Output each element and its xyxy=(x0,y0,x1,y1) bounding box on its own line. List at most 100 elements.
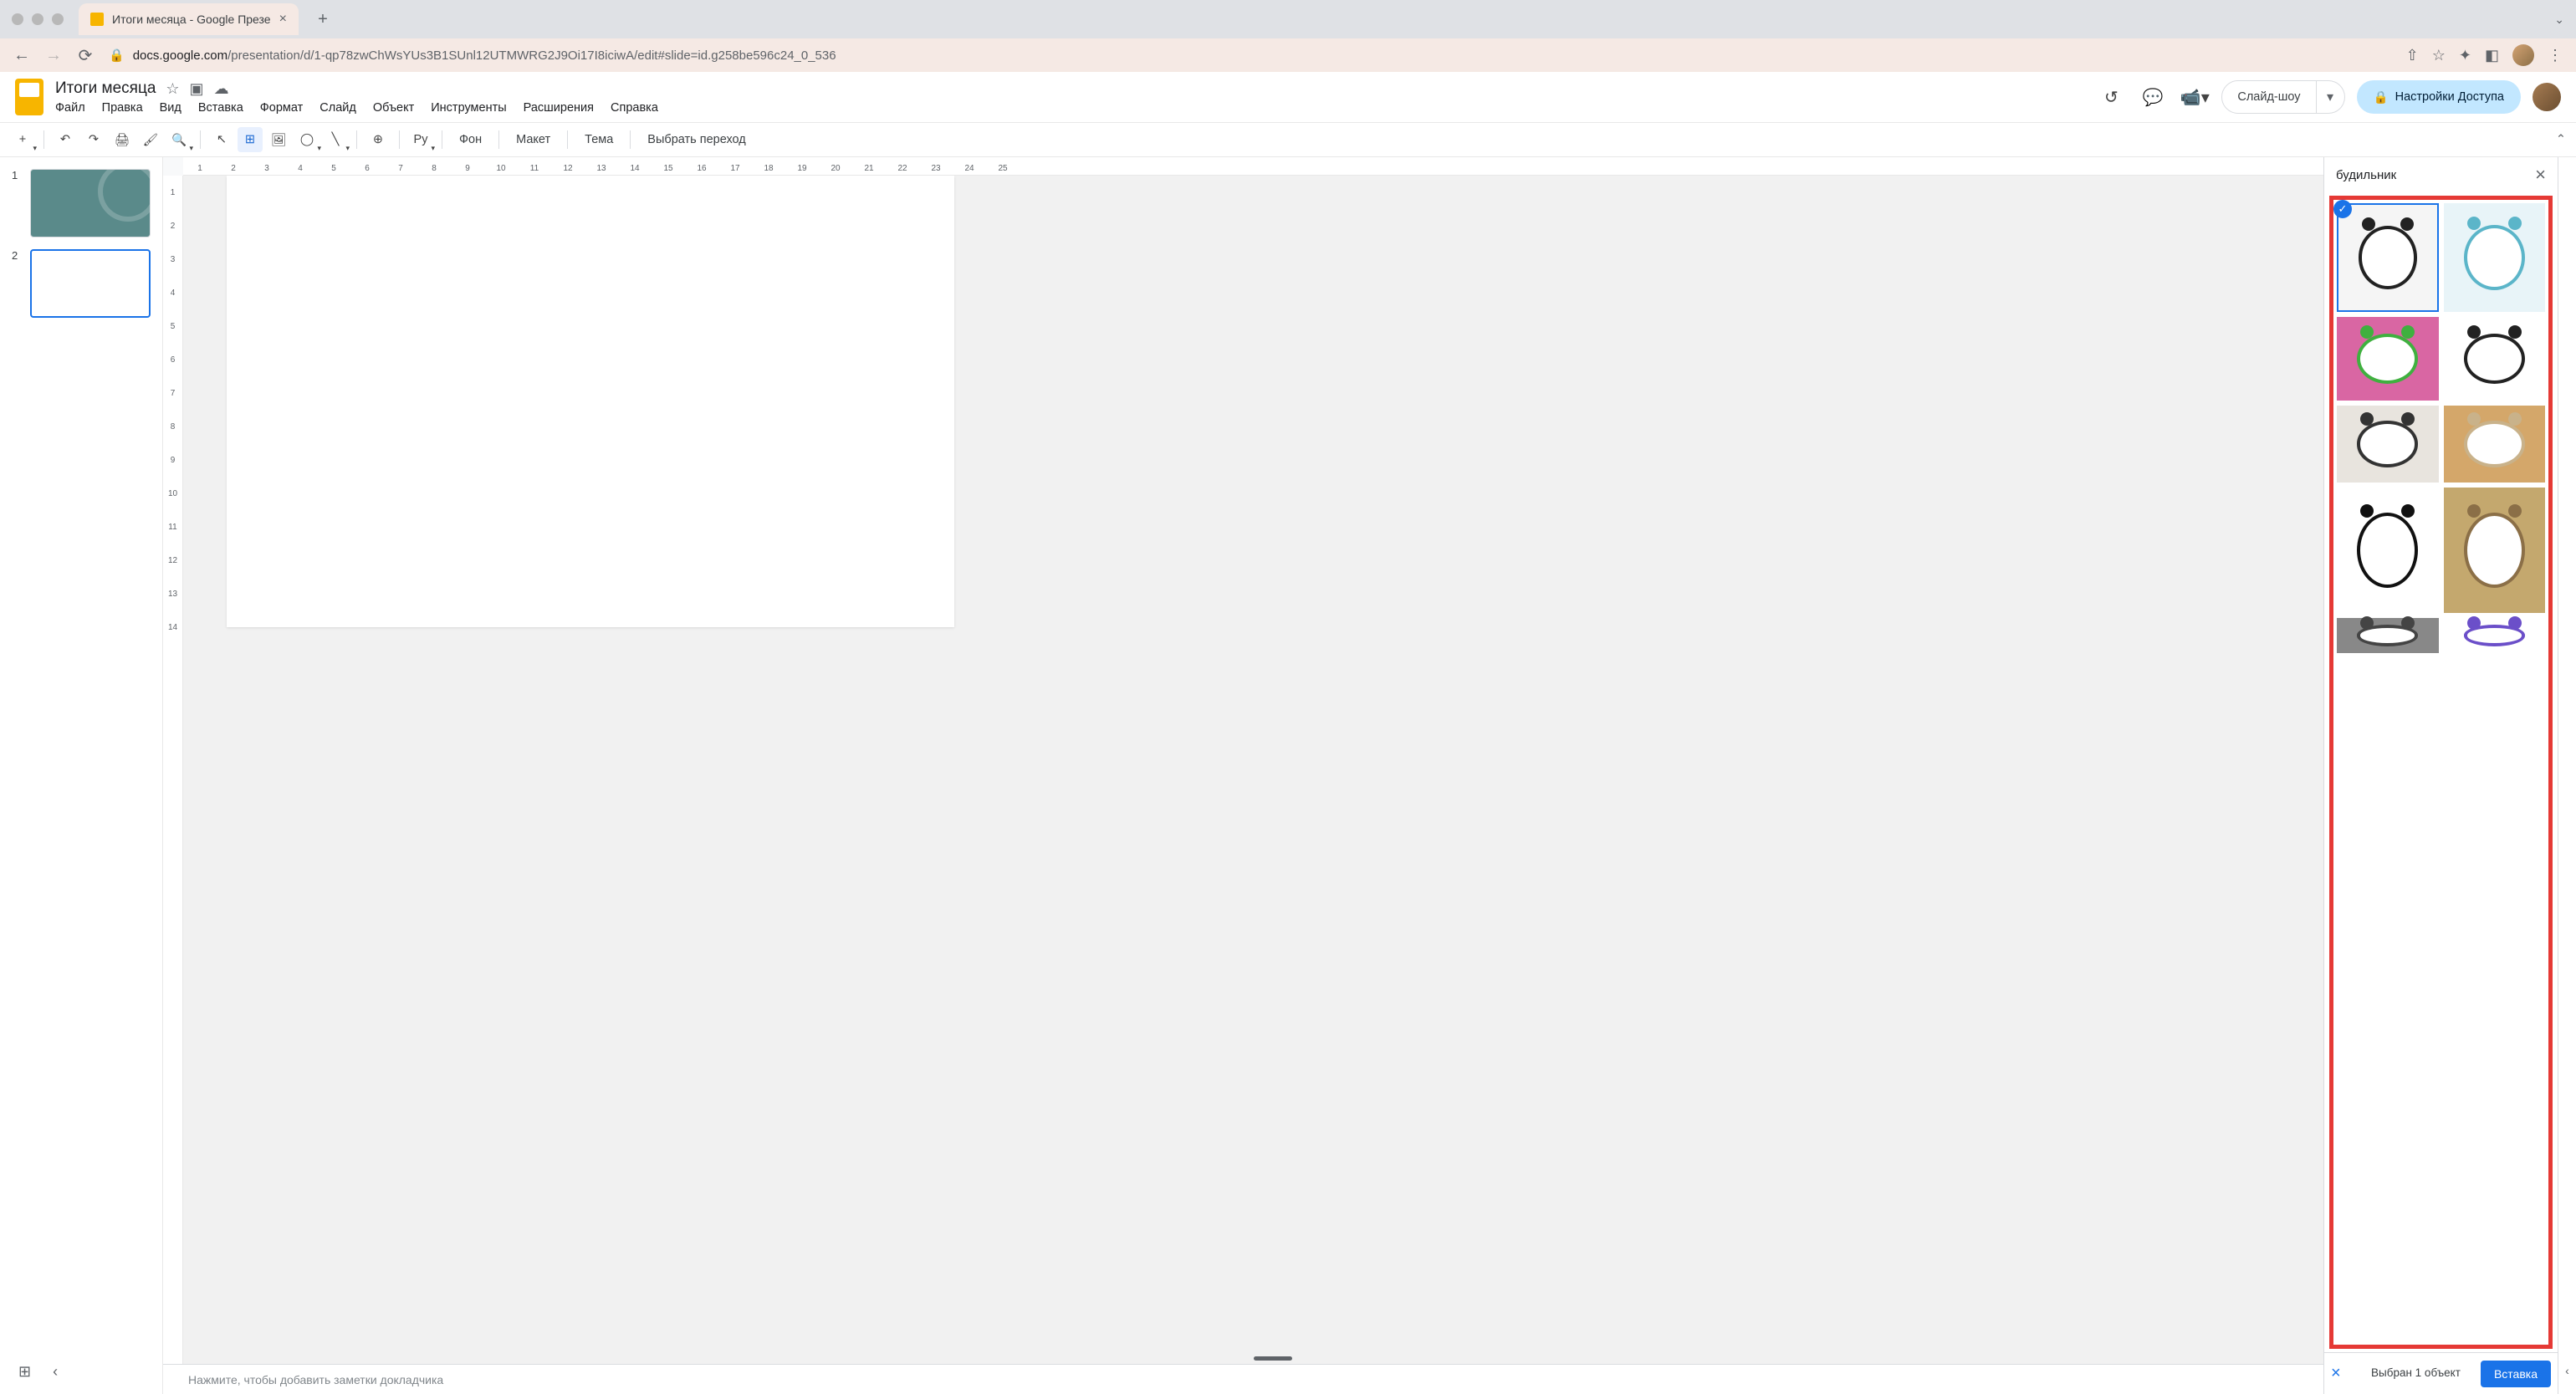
url-path: /presentation/d/1-qp78zwChWsYUs3B1SUnl12… xyxy=(227,49,836,63)
slide-canvas-area[interactable] xyxy=(183,176,2323,1364)
slide-thumbnail[interactable]: 2 xyxy=(12,249,151,318)
transition-button[interactable]: Выбрать переход xyxy=(639,133,754,146)
move-folder-icon[interactable]: ▣ xyxy=(190,80,204,98)
spellcheck-tool[interactable]: Рy xyxy=(408,127,433,152)
browser-menu-icon[interactable]: ⋮ xyxy=(2548,47,2563,64)
browser-tab-strip: Итоги месяца - Google Презе × + ⌄ xyxy=(0,0,2576,38)
comments-icon[interactable]: 💬 xyxy=(2138,82,2168,112)
window-close-icon[interactable] xyxy=(12,13,23,25)
meet-icon[interactable]: 📹▾ xyxy=(2180,82,2210,112)
tab-close-icon[interactable]: × xyxy=(279,12,287,27)
print-button[interactable]: 🖨 xyxy=(110,127,135,152)
menu-help[interactable]: Справка xyxy=(611,101,658,115)
selection-count: Выбран 1 объект xyxy=(2358,1366,2474,1380)
collapse-toolbar-icon[interactable]: ⌃ xyxy=(2556,133,2566,146)
lock-icon: 🔒 xyxy=(2374,90,2389,105)
browser-toolbar: ← → ⟳ 🔒 docs.google.com/presentation/d/1… xyxy=(0,38,2576,72)
undo-button[interactable]: ↶ xyxy=(53,127,78,152)
close-panel-icon[interactable]: × xyxy=(2535,164,2546,186)
image-search-panel: будильник × ✓ × Выбран 1 объект Вставка xyxy=(2323,157,2558,1394)
resize-handle[interactable] xyxy=(1254,1356,1292,1361)
theme-button[interactable]: Тема xyxy=(576,133,621,146)
reload-button[interactable]: ⟳ xyxy=(77,47,94,64)
menu-extensions[interactable]: Расширения xyxy=(524,101,594,115)
version-history-icon[interactable]: ↺ xyxy=(2096,82,2126,112)
toolbar: + ↶ ↷ 🖨 🖌 🔍 ↖ ⊞ 🖼 ◯ ╲ ⊕ Рy Фон Макет Тем… xyxy=(0,122,2576,157)
back-button[interactable]: ← xyxy=(13,47,30,64)
grid-view-icon[interactable]: ⊞ xyxy=(18,1363,31,1381)
slide-filmstrip: 1 2 xyxy=(0,157,163,1394)
deselect-icon[interactable]: × xyxy=(2331,1364,2351,1383)
document-title[interactable]: Итоги месяца xyxy=(55,79,156,98)
paint-format-button[interactable]: 🖌 xyxy=(138,127,163,152)
profile-avatar-icon[interactable] xyxy=(2512,44,2534,66)
menu-insert[interactable]: Вставка xyxy=(198,101,243,115)
tab-title: Итоги месяца - Google Презе xyxy=(112,13,271,26)
search-result-image[interactable] xyxy=(2444,406,2546,483)
explore-icon[interactable]: ‹ xyxy=(53,1363,58,1381)
menu-edit[interactable]: Правка xyxy=(102,101,143,115)
zoom-button[interactable]: 🔍 xyxy=(166,127,192,152)
search-result-image[interactable] xyxy=(2444,317,2546,401)
menu-slide[interactable]: Слайд xyxy=(319,101,356,115)
extensions-icon[interactable]: ✦ xyxy=(2459,47,2471,64)
sidepanel-icon[interactable]: ◧ xyxy=(2485,47,2499,64)
slide-thumb-1[interactable] xyxy=(30,169,151,237)
url-domain: docs.google.com xyxy=(133,49,227,63)
redo-button[interactable]: ↷ xyxy=(81,127,106,152)
slide-thumb-2[interactable] xyxy=(30,249,151,318)
speaker-notes[interactable]: Нажмите, чтобы добавить заметки докладчи… xyxy=(163,1364,2323,1394)
star-icon[interactable]: ☆ xyxy=(166,80,179,98)
search-results-grid: ✓ xyxy=(2329,196,2553,1349)
cloud-status-icon[interactable]: ☁ xyxy=(214,80,229,98)
vertical-ruler: 1234567891011121314 xyxy=(163,176,183,1364)
menu-file[interactable]: Файл xyxy=(55,101,85,115)
search-result-image[interactable] xyxy=(2337,406,2439,483)
notes-placeholder: Нажмите, чтобы добавить заметки докладчи… xyxy=(188,1373,443,1386)
slide-thumbnail[interactable]: 1 xyxy=(12,169,151,237)
address-bar[interactable]: 🔒 docs.google.com/presentation/d/1-qp78z… xyxy=(109,48,2391,63)
layout-button[interactable]: Макет xyxy=(508,133,559,146)
browser-tab[interactable]: Итоги месяца - Google Презе × xyxy=(79,3,299,35)
background-button[interactable]: Фон xyxy=(451,133,490,146)
line-tool[interactable]: ╲ xyxy=(323,127,348,152)
comment-tool[interactable]: ⊕ xyxy=(365,127,391,152)
bookmark-icon[interactable]: ☆ xyxy=(2432,47,2446,64)
select-tool[interactable]: ↖ xyxy=(209,127,234,152)
slide-canvas[interactable] xyxy=(227,176,954,627)
search-result-image[interactable] xyxy=(2444,618,2546,653)
window-zoom-icon[interactable] xyxy=(52,13,64,25)
menu-tools[interactable]: Инструменты xyxy=(431,101,506,115)
search-result-image[interactable]: ✓ xyxy=(2337,203,2439,312)
share-icon[interactable]: ⇧ xyxy=(2406,47,2419,64)
menu-format[interactable]: Формат xyxy=(260,101,304,115)
menu-view[interactable]: Вид xyxy=(160,101,181,115)
menu-object[interactable]: Объект xyxy=(373,101,414,115)
search-result-image[interactable] xyxy=(2444,488,2546,613)
slide-number: 1 xyxy=(12,169,22,181)
slideshow-dropdown[interactable]: ▾ xyxy=(2317,80,2345,114)
app-header: Итоги месяца ☆ ▣ ☁ Файл Правка Вид Встав… xyxy=(0,72,2576,122)
slideshow-button[interactable]: Слайд-шоу xyxy=(2221,80,2316,114)
window-minimize-icon[interactable] xyxy=(32,13,43,25)
new-slide-button[interactable]: + xyxy=(10,127,35,152)
side-panel-toggle[interactable]: ‹ xyxy=(2558,157,2576,1394)
search-result-image[interactable] xyxy=(2337,618,2439,653)
search-term[interactable]: будильник xyxy=(2336,168,2396,182)
search-result-image[interactable] xyxy=(2337,317,2439,401)
forward-button[interactable]: → xyxy=(45,47,62,64)
share-button[interactable]: 🔒 Настройки Доступа xyxy=(2357,80,2521,114)
tabs-overflow-icon[interactable]: ⌄ xyxy=(2554,13,2564,27)
bottom-left-controls: ⊞ ‹ xyxy=(18,1363,58,1381)
account-avatar[interactable] xyxy=(2533,83,2561,111)
search-result-image[interactable] xyxy=(2444,203,2546,312)
new-tab-button[interactable]: + xyxy=(310,7,335,32)
insert-button[interactable]: Вставка xyxy=(2481,1361,2551,1387)
shape-tool[interactable]: ◯ xyxy=(294,127,319,152)
textbox-tool[interactable]: ⊞ xyxy=(238,127,263,152)
menu-bar: Файл Правка Вид Вставка Формат Слайд Объ… xyxy=(55,101,2084,115)
slides-logo-icon[interactable] xyxy=(15,79,43,115)
image-tool[interactable]: 🖼 xyxy=(266,127,291,152)
search-result-image[interactable] xyxy=(2337,488,2439,613)
selected-check-icon: ✓ xyxy=(2333,200,2352,218)
